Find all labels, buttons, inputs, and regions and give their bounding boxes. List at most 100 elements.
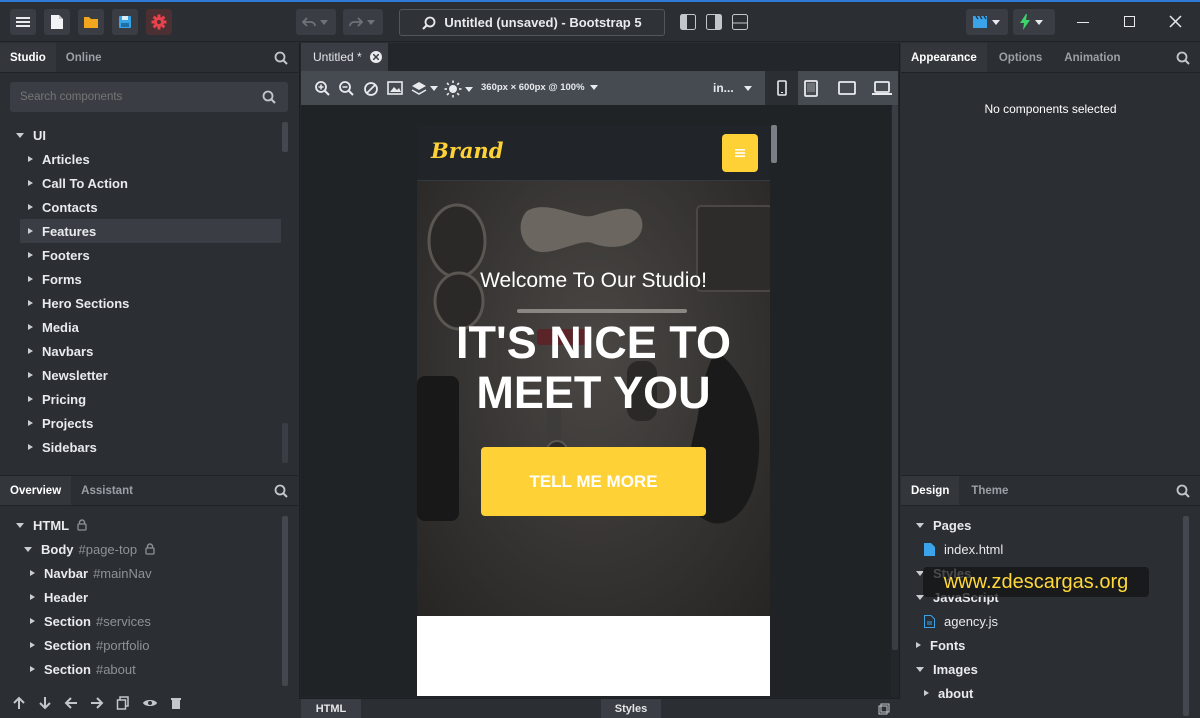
move-left-icon[interactable] [64,696,78,710]
device-preview[interactable]: Brand Welcome To Our Studio! IT'S NICE T… [417,125,770,696]
tab-styles-editor[interactable]: Styles [601,699,661,718]
document-tab[interactable]: Untitled * [301,43,388,71]
minimize-icon[interactable] [1077,22,1089,23]
overview-node[interactable]: Header [30,586,88,608]
design-scrollbar[interactable] [1183,516,1189,716]
category-item[interactable]: Media [28,316,79,338]
save-icon[interactable] [112,9,138,35]
navbar-toggler-button[interactable] [722,134,758,172]
category-item[interactable]: Articles [28,148,90,170]
search-input[interactable] [20,82,250,112]
tab-studio[interactable]: Studio [0,43,56,72]
category-item[interactable]: Projects [28,412,93,434]
zoom-out-icon[interactable] [339,81,355,97]
tab-animation[interactable]: Animation [1054,43,1130,72]
category-item[interactable]: Navbars [28,340,93,362]
category-item[interactable]: Features [28,220,96,242]
new-file-icon[interactable] [44,9,70,35]
viewport-size-dropdown[interactable]: 360px × 600px @ 100% [481,82,598,93]
overview-node[interactable]: Section #about [30,658,136,680]
breakpoint-dropdown[interactable]: in... [713,81,752,95]
overview-node-id: #mainNav [93,565,152,581]
tab-appearance[interactable]: Appearance [901,43,987,72]
tab-online[interactable]: Online [56,43,112,72]
popout-icon[interactable] [878,703,890,715]
components-scrollbar-track[interactable] [282,423,288,463]
brand-logo[interactable]: Brand [431,138,503,163]
delete-trash-icon[interactable] [170,696,182,710]
laptop-icon[interactable] [872,81,892,95]
menu-icon[interactable] [10,9,36,35]
open-folder-icon[interactable] [78,9,104,35]
zoom-in-icon[interactable] [315,81,331,97]
design-tree-item[interactable]: Images [916,658,978,680]
tab-assistant[interactable]: Assistant [71,476,143,505]
layout-right-panel-icon[interactable] [706,14,722,30]
tree-item-ui[interactable]: UI [16,124,46,146]
category-item[interactable]: Sidebars [28,436,97,458]
close-icon[interactable] [1169,15,1182,28]
category-item[interactable]: Footers [28,244,90,266]
category-item[interactable]: Forms [28,268,82,290]
chevron-right-icon [924,690,929,696]
preview-clapper-icon[interactable] [966,9,1008,35]
undo-button[interactable] [296,9,336,35]
move-up-icon[interactable] [12,696,26,710]
visibility-eye-icon[interactable] [142,696,158,710]
tab-html-editor[interactable]: HTML [301,699,361,718]
overview-scrollbar[interactable] [282,516,288,686]
search-icon[interactable] [1176,51,1190,65]
layout-left-panel-icon[interactable] [680,14,696,30]
overview-node[interactable]: Section #portfolio [30,634,149,656]
overview-node[interactable]: Section #services [30,610,151,632]
canvas-scrollbar[interactable] [892,105,898,650]
category-label: Contacts [42,199,98,215]
window-title-box[interactable]: Untitled (unsaved) - Bootstrap 5 [399,9,665,36]
html-file-icon [924,542,935,556]
category-item[interactable]: Contacts [28,196,98,218]
tablet-landscape-icon[interactable] [838,81,856,95]
tell-me-more-button[interactable]: TELL ME MORE [481,447,706,516]
category-item[interactable]: Pricing [28,388,86,410]
design-tree-item[interactable]: agency.js [924,610,998,632]
category-item[interactable]: Hero Sections [28,292,129,314]
tab-overview[interactable]: Overview [0,476,72,505]
tab-options[interactable]: Options [987,43,1054,72]
overview-node[interactable]: HTML [16,514,87,536]
maximize-icon[interactable] [1124,16,1135,27]
image-frame-icon[interactable] [387,81,403,95]
component-search-field[interactable] [10,82,288,112]
close-tab-icon[interactable] [369,51,382,63]
redo-button[interactable] [343,9,383,35]
search-icon[interactable] [274,51,288,65]
move-down-icon[interactable] [38,696,52,710]
move-right-icon[interactable] [90,696,104,710]
category-item[interactable]: Call To Action [28,172,128,194]
preview-navbar[interactable]: Brand [417,125,770,181]
category-label: Features [42,223,97,239]
chevron-right-icon [28,396,33,402]
design-tree-item[interactable]: Fonts [916,634,965,656]
components-scrollbar[interactable] [282,122,288,152]
search-icon[interactable] [1176,484,1190,498]
tablet-portrait-icon[interactable] [804,80,818,97]
overview-node[interactable]: Navbar #mainNav [30,562,152,584]
tab-theme[interactable]: Theme [959,476,1020,505]
tab-design[interactable]: Design [901,476,960,505]
search-icon[interactable] [274,484,288,498]
design-tree-item[interactable]: Pages [916,514,971,536]
overview-node[interactable]: Body #page-top [24,538,155,560]
layout-bottom-panel-icon[interactable] [732,14,748,30]
rotate-icon[interactable] [363,81,379,97]
preview-hero-header[interactable]: Welcome To Our Studio! IT'S NICE TO MEET… [417,181,770,616]
duplicate-icon[interactable] [116,696,130,710]
brightness-sun-icon[interactable] [444,80,473,98]
device-scrollbar[interactable] [771,125,777,163]
layers-icon[interactable] [411,81,438,95]
settings-gear-icon[interactable] [146,9,172,35]
category-item[interactable]: Newsletter [28,364,108,386]
design-tree-item[interactable]: index.html [924,538,1003,560]
design-tree-item[interactable]: about [924,682,973,704]
phone-device-icon[interactable] [765,71,798,105]
export-bolt-icon[interactable] [1013,9,1055,35]
